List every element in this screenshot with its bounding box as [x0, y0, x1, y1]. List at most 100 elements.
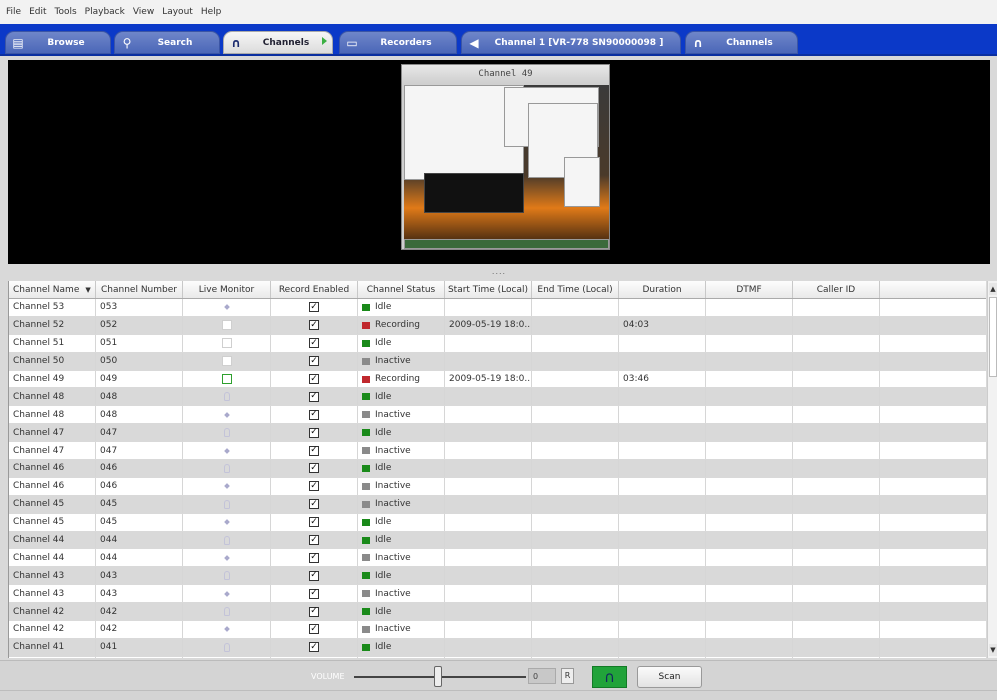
- table-row[interactable]: Channel 44 044 ✓ Inactive: [9, 549, 986, 568]
- channel-preview-thumbnail[interactable]: Channel 49: [401, 64, 610, 250]
- record-checkbox[interactable]: ✓: [309, 552, 319, 563]
- tab-recorders[interactable]: ▭ Recorders: [339, 31, 457, 54]
- menu-view[interactable]: View: [133, 7, 154, 17]
- cell-record-enabled[interactable]: ✓: [271, 656, 358, 658]
- cell-record-enabled[interactable]: ✓: [271, 531, 358, 549]
- table-row[interactable]: Channel 42 042 ✓ Inactive: [9, 621, 986, 639]
- record-checkbox[interactable]: ✓: [309, 499, 319, 510]
- cell-live-monitor[interactable]: [183, 567, 271, 585]
- col-record-enabled[interactable]: Record Enabled: [271, 281, 358, 298]
- record-checkbox[interactable]: ✓: [309, 570, 319, 581]
- cell-record-enabled[interactable]: ✓: [271, 370, 358, 388]
- record-checkbox[interactable]: ✓: [309, 588, 319, 599]
- table-row[interactable]: Channel 46 046 ✓ Idle: [9, 460, 986, 478]
- table-row[interactable]: Channel 43 043 ✓ Inactive: [9, 585, 986, 604]
- cell-record-enabled[interactable]: ✓: [271, 495, 358, 513]
- scan-button[interactable]: Scan: [637, 666, 702, 688]
- table-row[interactable]: Channel 51 051 ✓ Idle: [9, 334, 986, 353]
- menu-edit[interactable]: Edit: [29, 7, 46, 17]
- record-checkbox[interactable]: ✓: [309, 463, 319, 474]
- table-row[interactable]: Channel 47 047 ✓ Inactive: [9, 442, 986, 461]
- cell-record-enabled[interactable]: ✓: [271, 406, 358, 424]
- cell-record-enabled[interactable]: ✓: [271, 477, 358, 495]
- scroll-down-icon[interactable]: ▼: [989, 644, 997, 656]
- scroll-up-icon[interactable]: ▲: [989, 283, 997, 295]
- cell-live-monitor[interactable]: [183, 316, 271, 334]
- record-checkbox[interactable]: ✓: [309, 356, 319, 367]
- volume-value-field[interactable]: 0: [528, 668, 556, 684]
- table-row[interactable]: Channel 49 049 ✓ Recording 2009-05-19 18:0..…: [9, 370, 986, 389]
- cell-live-monitor[interactable]: [183, 513, 271, 531]
- tab-channels-2[interactable]: ∩ Channels: [685, 31, 798, 54]
- cell-record-enabled[interactable]: ✓: [271, 424, 358, 442]
- cell-record-enabled[interactable]: ✓: [271, 567, 358, 585]
- record-checkbox[interactable]: ✓: [309, 427, 319, 438]
- table-row[interactable]: Channel 45 045 ✓ Inactive: [9, 495, 986, 514]
- tab-channel-1[interactable]: ◀ Channel 1 [VR-778 SN90000098 ]: [461, 31, 681, 54]
- headphones-button[interactable]: ∩: [592, 666, 627, 688]
- cell-live-monitor[interactable]: [183, 638, 271, 656]
- cell-live-monitor[interactable]: [183, 299, 271, 316]
- cell-record-enabled[interactable]: ✓: [271, 621, 358, 638]
- record-checkbox[interactable]: ✓: [309, 302, 319, 313]
- tab-search[interactable]: ⚲ Search: [114, 31, 220, 54]
- tab-browse[interactable]: ▤ Browse: [5, 31, 111, 54]
- cell-live-monitor[interactable]: [183, 495, 271, 513]
- cell-record-enabled[interactable]: ✓: [271, 638, 358, 656]
- cell-live-monitor[interactable]: [183, 442, 271, 460]
- record-checkbox[interactable]: ✓: [309, 320, 319, 331]
- cell-live-monitor[interactable]: [183, 477, 271, 495]
- table-row[interactable]: Channel 44 044 ✓ Idle: [9, 531, 986, 550]
- menu-file[interactable]: File: [6, 7, 21, 17]
- cell-live-monitor[interactable]: [183, 460, 271, 477]
- cell-live-monitor[interactable]: [183, 549, 271, 567]
- cell-live-monitor[interactable]: [183, 656, 271, 658]
- cell-live-monitor[interactable]: [183, 388, 271, 406]
- record-checkbox[interactable]: ✓: [309, 338, 319, 349]
- cell-record-enabled[interactable]: ✓: [271, 442, 358, 460]
- col-caller-id[interactable]: Caller ID: [793, 281, 880, 298]
- record-checkbox[interactable]: ✓: [309, 517, 319, 528]
- cell-live-monitor[interactable]: [183, 603, 271, 621]
- record-checkbox[interactable]: ✓: [309, 391, 319, 402]
- table-row[interactable]: Channel 48 048 ✓ Idle: [9, 388, 986, 407]
- table-row[interactable]: Channel 50 050 ✓ Inactive: [9, 352, 986, 371]
- table-scrollbar[interactable]: ▲ ▼: [987, 281, 997, 658]
- cell-record-enabled[interactable]: ✓: [271, 299, 358, 316]
- record-checkbox[interactable]: ✓: [309, 642, 319, 653]
- record-checkbox[interactable]: ✓: [309, 409, 319, 420]
- table-row[interactable]: Channel 45 045 ✓ Idle: [9, 513, 986, 532]
- record-checkbox[interactable]: ✓: [309, 445, 319, 456]
- col-channel-status[interactable]: Channel Status: [358, 281, 445, 298]
- cell-record-enabled[interactable]: ✓: [271, 388, 358, 406]
- menu-tools[interactable]: Tools: [55, 7, 77, 17]
- table-row[interactable]: Channel 53 053 ✓ Idle: [9, 299, 986, 317]
- r-button[interactable]: R: [561, 668, 574, 684]
- cell-record-enabled[interactable]: ✓: [271, 585, 358, 603]
- menu-help[interactable]: Help: [201, 7, 222, 17]
- cell-live-monitor[interactable]: [183, 621, 271, 638]
- cell-live-monitor[interactable]: [183, 531, 271, 549]
- cell-record-enabled[interactable]: ✓: [271, 316, 358, 334]
- record-checkbox[interactable]: ✓: [309, 606, 319, 617]
- table-row[interactable]: Channel 47 047 ✓ Idle: [9, 424, 986, 443]
- table-row[interactable]: Channel 41 041 ✓ Idle: [9, 638, 986, 657]
- record-checkbox[interactable]: ✓: [309, 374, 319, 384]
- cell-live-monitor[interactable]: [183, 406, 271, 424]
- col-channel-number[interactable]: Channel Number: [96, 281, 183, 298]
- cell-record-enabled[interactable]: ✓: [271, 513, 358, 531]
- col-duration[interactable]: Duration: [619, 281, 706, 298]
- cell-live-monitor[interactable]: [183, 334, 271, 352]
- table-row[interactable]: Channel 43 043 ✓ Idle: [9, 567, 986, 586]
- col-start-time[interactable]: Start Time (Local): [445, 281, 532, 298]
- table-row[interactable]: Channel 46 046 ✓ Inactive: [9, 477, 986, 496]
- cell-live-monitor[interactable]: [183, 424, 271, 442]
- cell-record-enabled[interactable]: ✓: [271, 334, 358, 352]
- scroll-thumb[interactable]: [989, 297, 997, 377]
- menu-layout[interactable]: Layout: [162, 7, 193, 17]
- cell-record-enabled[interactable]: ✓: [271, 460, 358, 477]
- menu-playback[interactable]: Playback: [85, 7, 125, 17]
- cell-live-monitor[interactable]: [183, 585, 271, 603]
- cell-live-monitor[interactable]: [183, 370, 271, 388]
- col-live-monitor[interactable]: Live Monitor: [183, 281, 271, 298]
